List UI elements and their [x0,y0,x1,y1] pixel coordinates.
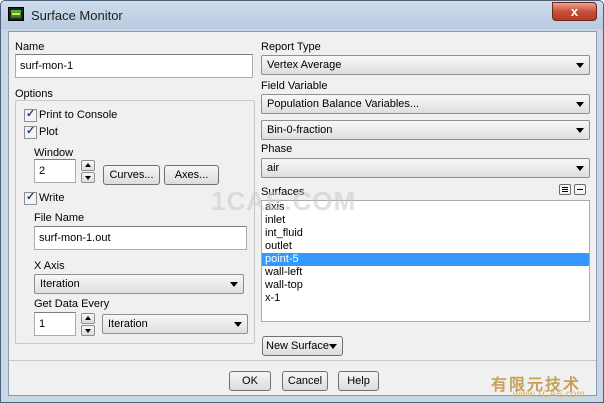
surface-list-item[interactable]: wall-top [262,279,589,292]
get-data-increment-button[interactable] [81,313,95,324]
report-type-label: Report Type [261,41,321,53]
chevron-down-icon [230,282,238,287]
surface-list-item[interactable]: x-1 [262,292,589,305]
get-data-every-input[interactable] [34,312,76,336]
chevron-down-icon [234,322,242,327]
checkmark-icon: ✓ [26,191,36,203]
curves-button[interactable]: Curves... [103,165,160,185]
checkmark-icon: ✓ [26,125,36,137]
select-all-surfaces-button[interactable] [559,184,571,195]
get-data-decrement-button[interactable] [81,325,95,336]
write-checkbox[interactable]: ✓ [24,191,37,205]
chevron-down-icon [329,344,337,349]
close-button[interactable]: x [552,2,597,21]
get-data-unit-select[interactable]: Iteration [102,314,248,334]
print-to-console-checkbox[interactable]: ✓ [24,108,37,122]
file-name-label: File Name [34,212,85,224]
chevron-down-icon [576,63,584,68]
options-label: Options [15,88,53,100]
x-axis-value: Iteration [40,278,80,290]
window-number-input[interactable] [34,159,76,183]
field-variable-category-value: Population Balance Variables... [267,98,420,110]
field-variable-select[interactable]: Bin-0-fraction [261,120,590,140]
surface-list-item[interactable]: outlet [262,240,589,253]
plot-checkbox[interactable]: ✓ [24,125,37,139]
x-axis-select[interactable]: Iteration [34,274,244,294]
window-decrement-button[interactable] [81,172,95,183]
cancel-button[interactable]: Cancel [282,371,328,391]
deselect-all-surfaces-button[interactable] [574,184,586,195]
title-bar[interactable]: Surface Monitor x [1,1,603,29]
window-title: Surface Monitor [31,8,123,23]
watermark-text: 1CAE.COM [211,186,357,216]
watermark-logo: 有限元技术 www.1CAE.com [487,371,603,403]
arrow-down-icon [85,329,91,333]
field-variable-label: Field Variable [261,80,328,92]
write-label: Write [39,192,65,204]
surface-list-item[interactable]: wall-left [262,266,589,279]
surfaces-list[interactable]: axis inlet int_fluid outlet point-5 wall-left… [261,200,590,322]
file-name-input[interactable] [34,226,247,250]
phase-label: Phase [261,143,293,155]
phase-select[interactable]: air [261,158,590,178]
help-button[interactable]: Help [338,371,379,391]
checkmark-icon: ✓ [26,108,36,120]
print-to-console-label: Print to Console [39,109,118,121]
phase-value: air [267,162,280,174]
chevron-down-icon [576,166,584,171]
field-variable-category-select[interactable]: Population Balance Variables... [261,94,590,114]
surface-list-item[interactable]: point-5 [262,253,589,266]
arrow-up-icon [85,163,91,167]
field-variable-value: Bin-0-fraction [267,124,333,136]
axes-button[interactable]: Axes... [164,165,219,185]
get-data-unit-value: Iteration [108,318,148,330]
arrow-up-icon [85,316,91,320]
new-surface-label: New Surface [266,340,329,352]
footer-divider [9,360,596,361]
list-icon [562,187,568,188]
arrow-down-icon [85,176,91,180]
ok-button[interactable]: OK [229,371,271,391]
chevron-down-icon [576,128,584,133]
surface-monitor-window: Surface Monitor x Name Options ✓ Print t… [0,0,604,403]
close-icon: x [570,4,579,19]
watermark-logo-url: www.1CAE.com [513,389,585,400]
name-label: Name [15,41,45,53]
app-icon [8,7,24,21]
minus-icon [577,189,583,190]
surface-list-item[interactable]: int_fluid [262,227,589,240]
name-input[interactable] [15,54,253,78]
report-type-select[interactable]: Vertex Average [261,55,590,75]
get-data-every-label: Get Data Every [34,298,110,310]
chevron-down-icon [576,102,584,107]
plot-label: Plot [39,126,58,138]
window-increment-button[interactable] [81,160,95,171]
new-surface-button[interactable]: New Surface [262,336,343,356]
window-label: Window [34,147,74,159]
report-type-value: Vertex Average [267,59,342,71]
x-axis-label: X Axis [34,260,65,272]
